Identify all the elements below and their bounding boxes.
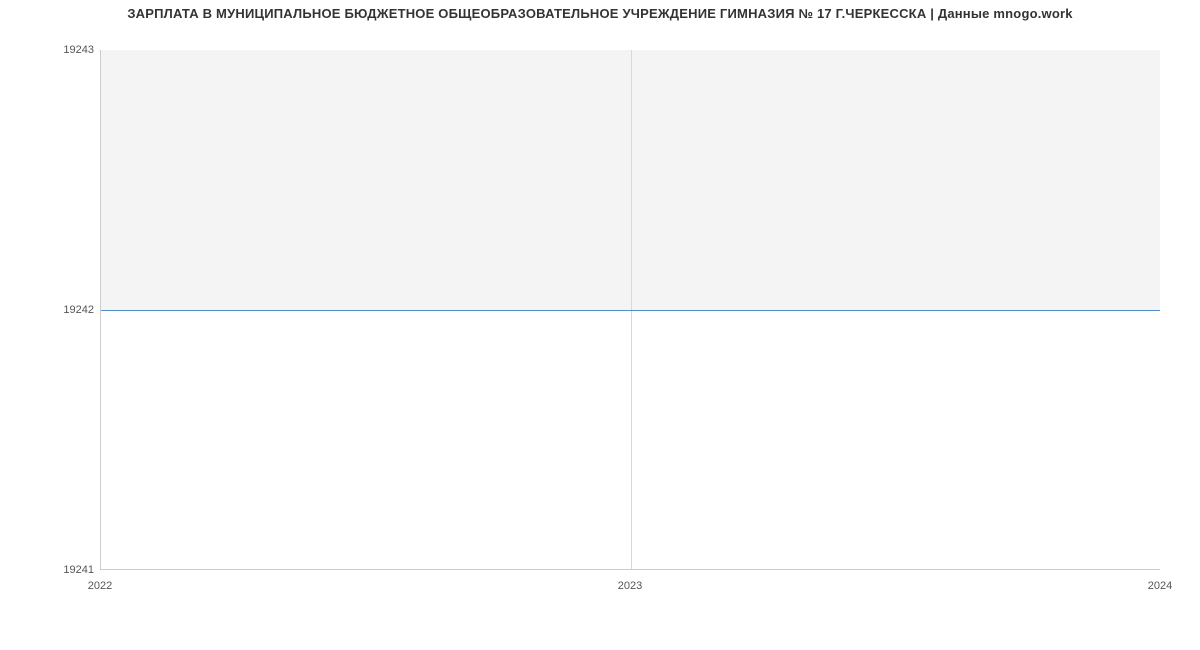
plot-area (100, 50, 1160, 570)
y-tick-label: 19243 (4, 44, 94, 56)
x-tick-label: 2022 (60, 580, 140, 592)
chart-title: ЗАРПЛАТА В МУНИЦИПАЛЬНОЕ БЮДЖЕТНОЕ ОБЩЕО… (0, 6, 1200, 21)
x-tick-label: 2024 (1120, 580, 1200, 592)
y-tick-label: 19241 (4, 564, 94, 576)
series-line (101, 310, 1160, 311)
chart-container: ЗАРПЛАТА В МУНИЦИПАЛЬНОЕ БЮДЖЕТНОЕ ОБЩЕО… (0, 0, 1200, 650)
y-tick-label: 19242 (4, 304, 94, 316)
x-tick-label: 2023 (590, 580, 670, 592)
